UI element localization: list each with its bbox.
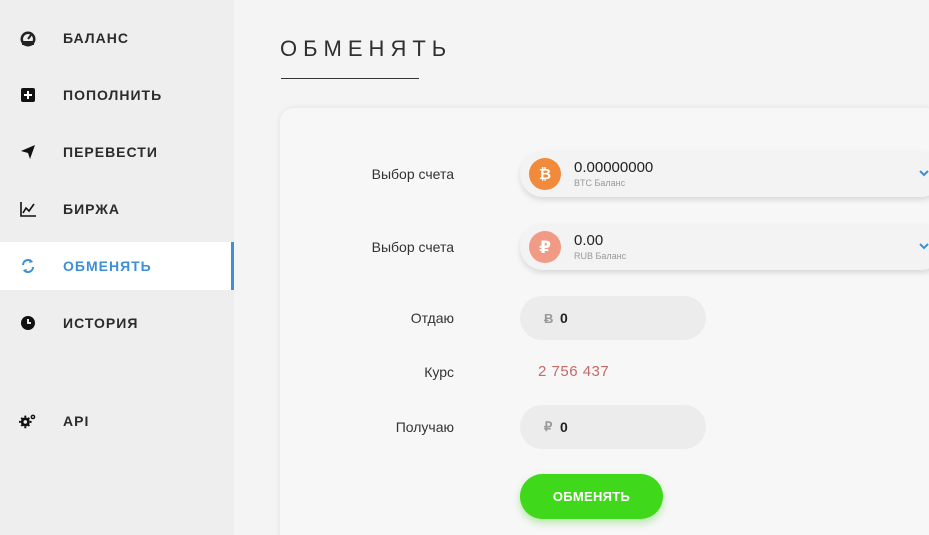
sidebar-item-label: ИСТОРИЯ [63,315,139,331]
sidebar-item-label: БИРЖА [63,201,121,217]
from-account-label: Выбор счета [371,166,454,182]
dashboard-icon [19,29,37,47]
sidebar-item-exchange-market[interactable]: БИРЖА [0,185,234,233]
page-title: ОБМЕНЯТЬ [280,36,453,61]
clock-icon [19,314,37,332]
sidebar-item-label: ОБМЕНЯТЬ [63,258,152,274]
from-account-balance: 0.00000000 [574,159,654,176]
sidebar-item-swap[interactable]: ОБМЕНЯТЬ [0,242,234,290]
sidebar-item-label: API [63,413,90,429]
from-account-select[interactable]: ₿ 0.00000000 BTC Баланс [520,151,929,197]
gears-icon [19,412,37,430]
sidebar-item-transfer[interactable]: ПЕРЕВЕСТИ [0,128,234,176]
exchange-submit-button[interactable]: ОБМЕНЯТЬ [520,474,663,519]
sidebar-item-deposit[interactable]: ПОПОЛНИТЬ [0,71,234,119]
sidebar-item-balance[interactable]: БАЛАНС [0,14,234,62]
receive-label: Получаю [395,419,454,435]
to-account-caption: RUB Баланс [574,251,627,261]
give-amount-input[interactable] [560,310,690,326]
rate-label: Курс [424,364,454,380]
ruble-icon: ₽ [529,231,561,263]
sidebar-item-history[interactable]: ИСТОРИЯ [0,299,234,347]
chevron-down-icon [919,243,929,250]
rate-value: 2 756 437 [538,363,610,380]
chart-icon [19,200,37,218]
sidebar-item-label: БАЛАНС [63,30,129,46]
sidebar-item-label: ПОПОЛНИТЬ [63,87,163,103]
receive-amount-input[interactable] [560,419,690,435]
sidebar-item-label: ПЕРЕВЕСТИ [63,144,158,160]
to-account-select[interactable]: ₽ 0.00 RUB Баланс [520,224,929,270]
from-account-caption: BTC Баланс [574,178,626,188]
exchange-form-card: Выбор счета ₿ 0.00000000 BTC Баланс Выбо… [280,108,929,535]
title-underline [281,78,419,79]
ruble-symbol-icon: ₽ [544,419,553,434]
to-account-label: Выбор счета [371,239,454,255]
send-icon [19,143,37,161]
main-content: ОБМЕНЯТЬ Выбор счета ₿ 0.00000000 BTC Ба… [234,0,929,535]
receive-amount-field[interactable]: ₽ [520,405,706,449]
plus-square-icon [19,86,37,104]
exchange-icon [19,257,37,275]
sidebar-item-api[interactable]: API [0,397,234,445]
chevron-down-icon [919,170,929,177]
bitcoin-symbol-icon: Ƀ [544,310,554,326]
bitcoin-icon: ₿ [529,158,561,190]
sidebar: БАЛАНС ПОПОЛНИТЬ ПЕРЕВЕСТИ БИРЖА ОБМЕНЯТ… [0,0,234,535]
svg-text:₽: ₽ [539,238,551,256]
svg-text:₿: ₿ [539,165,551,183]
give-amount-field[interactable]: Ƀ [520,296,706,340]
give-label: Отдаю [410,310,454,326]
to-account-balance: 0.00 [574,232,604,249]
